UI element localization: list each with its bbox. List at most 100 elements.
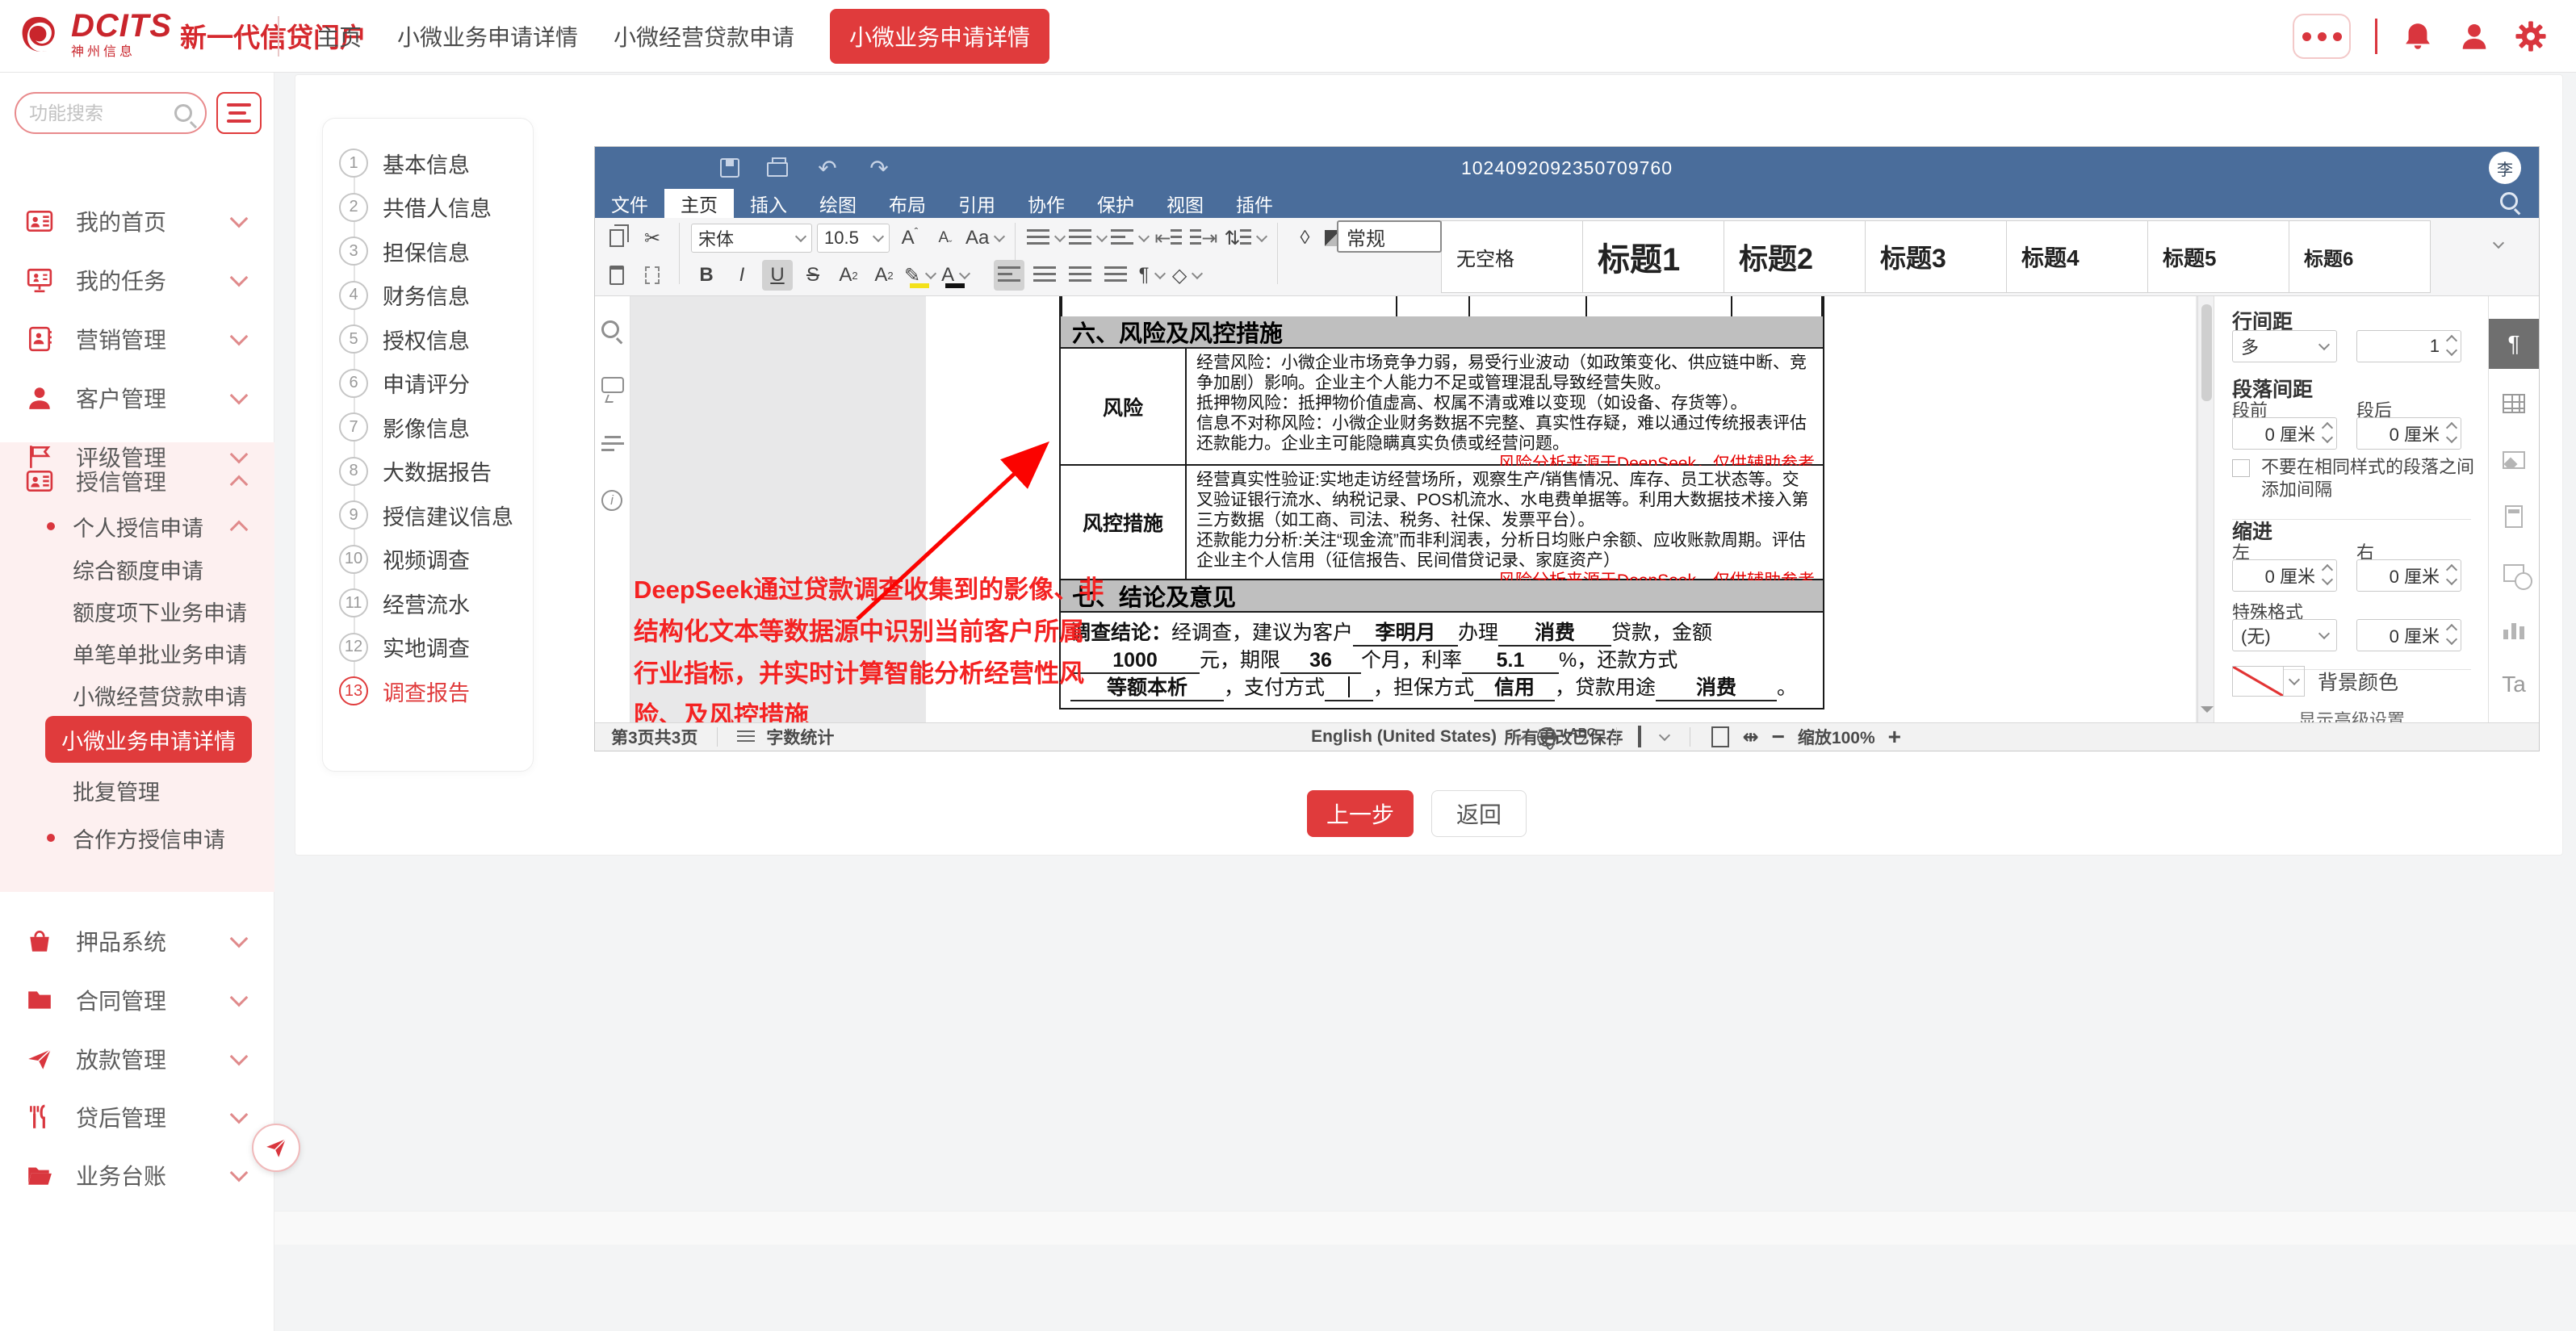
save-icon[interactable] (720, 158, 739, 178)
same-style-checkbox[interactable] (2232, 459, 2250, 477)
zoom-in-icon[interactable]: + (1888, 724, 1901, 750)
align-right-icon[interactable] (1065, 260, 1095, 291)
highlight-color-icon[interactable]: ✎ (904, 260, 935, 291)
stepper-step-1[interactable]: 1基本信息 (323, 141, 534, 185)
sidebar-item-top-2[interactable]: 营销管理 (0, 310, 274, 368)
editor-menu-tab[interactable]: 协作 (1012, 189, 1081, 218)
style-标题5[interactable]: 标题5 (2147, 220, 2289, 293)
stepper-step-3[interactable]: 3担保信息 (323, 229, 534, 273)
sidebar-item-top-3[interactable]: 客户管理 (0, 369, 274, 427)
document-viewport[interactable]: 六、风险及风控措施 风险经营风险：小微企业市场竞争力弱，易受行业波动（如政策变化… (630, 296, 2197, 722)
stepper-step-6[interactable]: 6申请评分 (323, 362, 534, 405)
sidebar-search[interactable] (15, 92, 207, 134)
fit-page-icon[interactable] (1711, 726, 1729, 747)
line-spacing-stepper[interactable]: 1 (2356, 330, 2461, 362)
stepper-step-12[interactable]: 12实地调查 (323, 626, 534, 669)
stepper-step-8[interactable]: 8大数据报告 (323, 450, 534, 493)
line-spacing-select[interactable]: 多 (2232, 330, 2337, 362)
clear-format-icon[interactable]: ◊ (1289, 223, 1320, 253)
style-标题3[interactable]: 标题3 (1865, 220, 2007, 293)
spacing-before-stepper[interactable]: 0 厘米 (2232, 417, 2337, 450)
editor-menu-tab[interactable]: 视图 (1150, 189, 1220, 218)
editor-search-icon[interactable] (2500, 192, 2518, 210)
multilevel-list-icon[interactable] (1111, 223, 1148, 253)
increase-indent-icon[interactable]: ⇥ (1188, 223, 1219, 253)
nav-tab[interactable]: 小微经营贷款申请 (614, 20, 794, 52)
editor-menu-tab[interactable]: 插件 (1220, 189, 1289, 218)
copy-icon[interactable] (601, 223, 632, 253)
globe-icon[interactable] (1537, 727, 1556, 747)
spellcheck-icon[interactable]: ABC✓ (1569, 726, 1596, 749)
line-spacing-icon[interactable]: ⇅ (1224, 223, 1266, 253)
shapes-panel-icon[interactable] (2489, 548, 2539, 598)
change-case-icon[interactable]: Aa (965, 223, 1003, 253)
page-panel-icon[interactable] (2489, 492, 2539, 542)
shrink-font-icon[interactable]: Aˇ (930, 223, 961, 253)
indent-right-stepper[interactable]: 0 厘米 (2356, 559, 2461, 592)
sidebar-item-top-1[interactable]: 我的任务 (0, 251, 274, 309)
editor-menu-tab[interactable]: 引用 (942, 189, 1012, 218)
sidebar-item-leaf-5[interactable]: 批复管理 (73, 767, 274, 814)
editor-menu-tab[interactable]: 文件 (595, 189, 664, 218)
conclusion-field[interactable]: 消费 (1498, 621, 1611, 647)
editor-menu-tab[interactable]: 布局 (873, 189, 942, 218)
spacing-after-stepper[interactable]: 0 厘米 (2356, 417, 2461, 450)
align-left-icon[interactable] (994, 260, 1024, 291)
superscript-icon[interactable]: A2 (833, 260, 864, 291)
zoom-level[interactable]: 缩放100% (1798, 725, 1875, 749)
word-count-label[interactable]: 字数统计 (766, 725, 834, 749)
back-button[interactable]: 返回 (1431, 790, 1527, 837)
sidebar-item-bottom-4[interactable]: 业务台账 (0, 1146, 274, 1204)
comments-icon[interactable] (601, 377, 624, 393)
sidebar-item-bottom-1[interactable]: 合同管理 (0, 971, 274, 1029)
settings-gear-icon[interactable] (2515, 20, 2547, 52)
bold-icon[interactable]: B (691, 260, 722, 291)
find-icon[interactable] (601, 320, 619, 338)
special-format-stepper[interactable]: 0 厘米 (2356, 619, 2461, 651)
about-info-icon[interactable]: i (601, 490, 622, 511)
conclusion-field[interactable] (1325, 676, 1373, 701)
subscript-icon[interactable]: A2 (869, 260, 899, 291)
stepper-step-13[interactable]: 13调查报告 (323, 669, 534, 713)
editor-menu-active[interactable]: 主页 (664, 189, 734, 218)
row-content[interactable]: 经营真实性验证:实地走访经营场所，观察生产/销售情况、库存、员工状态等。交叉验证… (1187, 466, 1823, 579)
function-search-input[interactable] (29, 103, 174, 124)
editor-menu-tab[interactable]: 绘图 (803, 189, 873, 218)
language-select[interactable]: English (United States) (1311, 727, 1497, 747)
collaborator-avatar[interactable]: 李 (2489, 152, 2521, 184)
conclusion-field[interactable]: 消费 (1656, 676, 1777, 701)
underline-icon[interactable]: U (762, 260, 793, 291)
more-actions-icon[interactable] (2293, 14, 2351, 59)
style-标题1[interactable]: 标题1 (1582, 220, 1724, 293)
conclusion-field[interactable]: 5.1 (1462, 648, 1559, 674)
select-icon[interactable] (637, 260, 668, 291)
document-scrollbar[interactable] (2197, 296, 2214, 722)
font-size-select[interactable]: 10.5 (817, 224, 890, 253)
special-format-select[interactable]: (无) (2232, 619, 2337, 651)
sidebar-item-leaf-1[interactable]: 额度项下业务申请 (73, 588, 274, 634)
sidebar-item-leaf-2[interactable]: 单笔单批业务申请 (73, 630, 274, 676)
notifications-bell-icon[interactable] (2402, 20, 2434, 52)
headings-outline-icon[interactable] (601, 435, 624, 451)
sidebar-item-leaf-0[interactable]: 综合额度申请 (73, 546, 274, 592)
stepper-step-5[interactable]: 5授权信息 (323, 317, 534, 361)
align-center-icon[interactable] (1029, 260, 1060, 291)
stepper-step-7[interactable]: 7影像信息 (323, 405, 534, 449)
sidebar-group-personal-credit[interactable]: 个人授信申请 (0, 502, 274, 550)
background-color-dropdown-icon[interactable] (2284, 666, 2305, 697)
stepper-step-11[interactable]: 11经营流水 (323, 581, 534, 625)
nav-tab[interactable]: 小微业务申请详情 (830, 9, 1049, 64)
language-dropdown-icon[interactable] (1514, 730, 1526, 741)
background-color-swatch[interactable] (2232, 666, 2284, 697)
floating-send-button[interactable] (252, 1124, 300, 1172)
editor-menu-tab[interactable]: 保护 (1081, 189, 1150, 218)
nav-tab[interactable]: 主页 (316, 20, 362, 52)
previous-step-button[interactable]: 上一步 (1307, 790, 1414, 837)
conclusion-block[interactable]: 调查结论：经调查，建议为客户李明月办理消费贷款，金额1000元，期限36个月，利… (1059, 613, 1824, 709)
sidebar-item-leaf-3[interactable]: 小微经营贷款申请 (73, 672, 274, 718)
italic-icon[interactable]: I (727, 260, 757, 291)
sidebar-item-active[interactable]: 小微业务申请详情 (45, 716, 252, 763)
conclusion-field[interactable]: 36 (1280, 648, 1361, 674)
row-content[interactable]: 经营风险：小微企业市场竞争力弱，易受行业波动（如政策变化、供应链中断、竞争加剧）… (1187, 349, 1823, 464)
paragraph-panel-icon[interactable]: ¶ (2489, 319, 2539, 369)
